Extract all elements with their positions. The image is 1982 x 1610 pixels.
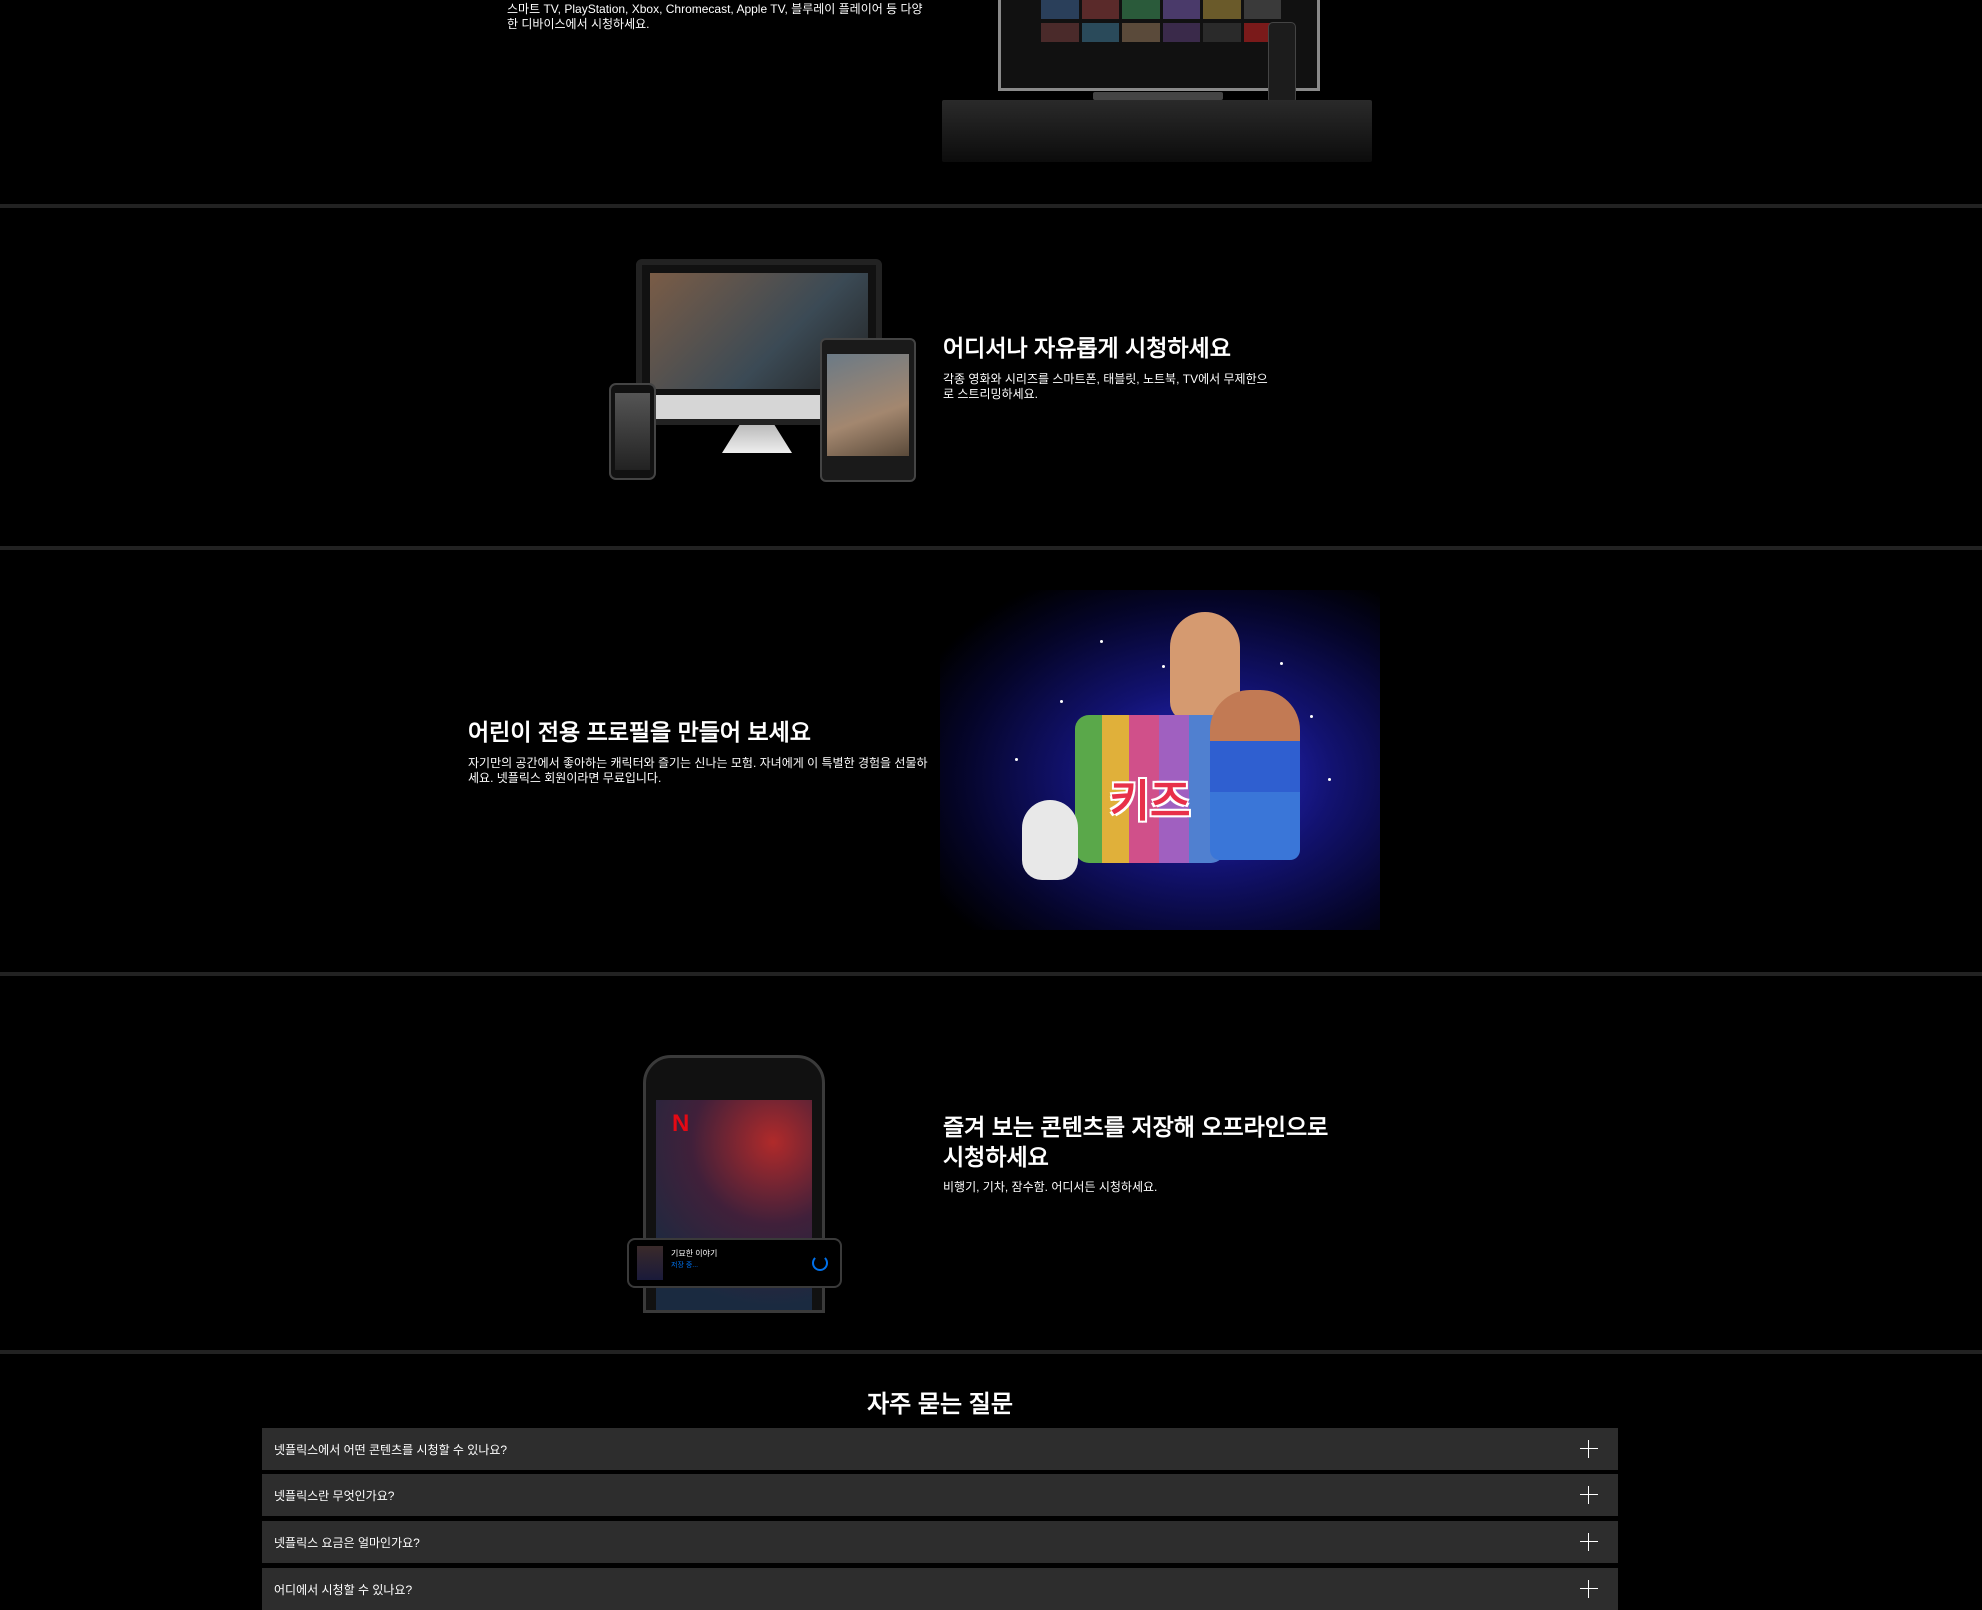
download-desc: 비행기, 기차, 잠수함. 어디서든 시청하세요. bbox=[943, 1180, 1158, 1194]
star-icon bbox=[1162, 665, 1165, 668]
kids-title: 어린이 전용 프로필을 만들어 보세요 bbox=[468, 719, 811, 745]
faq-item[interactable]: 넷플릭스 요금은 얼마인가요? bbox=[262, 1521, 1618, 1563]
plus-icon bbox=[1580, 1440, 1598, 1458]
faq-question: 어디에서 시청할 수 있나요? bbox=[274, 1582, 413, 1597]
tv-section-desc: 스마트 TV, PlayStation, Xbox, Chromecast, A… bbox=[507, 2, 923, 31]
kids-logo-box: 키즈 bbox=[1075, 715, 1225, 863]
netflix-logo-icon: N bbox=[672, 1110, 690, 1137]
star-icon bbox=[1310, 715, 1313, 718]
faq-item[interactable]: 어디에서 시청할 수 있나요? bbox=[262, 1568, 1618, 1610]
download-progress-icon bbox=[812, 1255, 828, 1271]
kid-character-image bbox=[1210, 690, 1300, 860]
download-card-title: 기묘한 이야기 bbox=[671, 1249, 718, 1258]
section-divider bbox=[0, 1350, 1982, 1354]
bunny-character-image bbox=[1022, 800, 1078, 880]
star-icon bbox=[1280, 662, 1283, 665]
kids-desc: 자기만의 공간에서 좋아하는 캐릭터와 즐기는 신나는 모험. 자녀에게 이 특… bbox=[468, 756, 928, 785]
faq-question: 넷플릭스 요금은 얼마인가요? bbox=[274, 1535, 420, 1550]
download-card-status: 저장 중... bbox=[671, 1262, 699, 1269]
star-icon bbox=[1060, 700, 1063, 703]
tv-cabinet bbox=[942, 100, 1372, 162]
tablet-image bbox=[820, 338, 916, 482]
faq-item[interactable]: 넷플릭스란 무엇인가요? bbox=[262, 1474, 1618, 1516]
plus-icon bbox=[1580, 1533, 1598, 1551]
tv-stand bbox=[1093, 92, 1223, 100]
phone-image bbox=[609, 383, 656, 480]
anywhere-title: 어디서나 자유롭게 시청하세요 bbox=[943, 335, 1231, 361]
faq-question: 넷플릭스에서 어떤 콘텐츠를 시청할 수 있나요? bbox=[274, 1442, 508, 1457]
plus-icon bbox=[1580, 1580, 1598, 1598]
kids-logo-text: 키즈 bbox=[1109, 777, 1191, 826]
faq-item[interactable]: 넷플릭스에서 어떤 콘텐츠를 시청할 수 있나요? bbox=[262, 1428, 1618, 1470]
anywhere-desc: 각종 영화와 시리즈를 스마트폰, 태블릿, 노트북, TV에서 무제한으로 스… bbox=[943, 372, 1268, 401]
star-icon bbox=[1015, 758, 1018, 761]
download-title: 즐겨 보는 콘텐츠를 저장해 오프라인으로 시청하세요 bbox=[943, 1114, 1329, 1170]
download-thumbnail bbox=[637, 1246, 663, 1280]
remote-image bbox=[1268, 22, 1296, 104]
plus-icon bbox=[1580, 1486, 1598, 1504]
faq-question: 넷플릭스란 무엇인가요? bbox=[274, 1488, 395, 1503]
download-section: 즐겨 보는 콘텐츠를 저장해 오프라인으로 시청하세요 비행기, 기차, 잠수함… bbox=[0, 976, 1982, 1350]
star-icon bbox=[1328, 778, 1331, 781]
faq-title: 자주 묻는 질문 bbox=[867, 1391, 1013, 1418]
tv-section: 스마트 TV, PlayStation, Xbox, Chromecast, A… bbox=[0, 0, 1982, 204]
anywhere-section: 어디서나 자유롭게 시청하세요 각종 영화와 시리즈를 스마트폰, 태블릿, 노… bbox=[0, 208, 1982, 546]
star-icon bbox=[1100, 640, 1103, 643]
download-card: 기묘한 이야기 저장 중... bbox=[627, 1238, 842, 1288]
